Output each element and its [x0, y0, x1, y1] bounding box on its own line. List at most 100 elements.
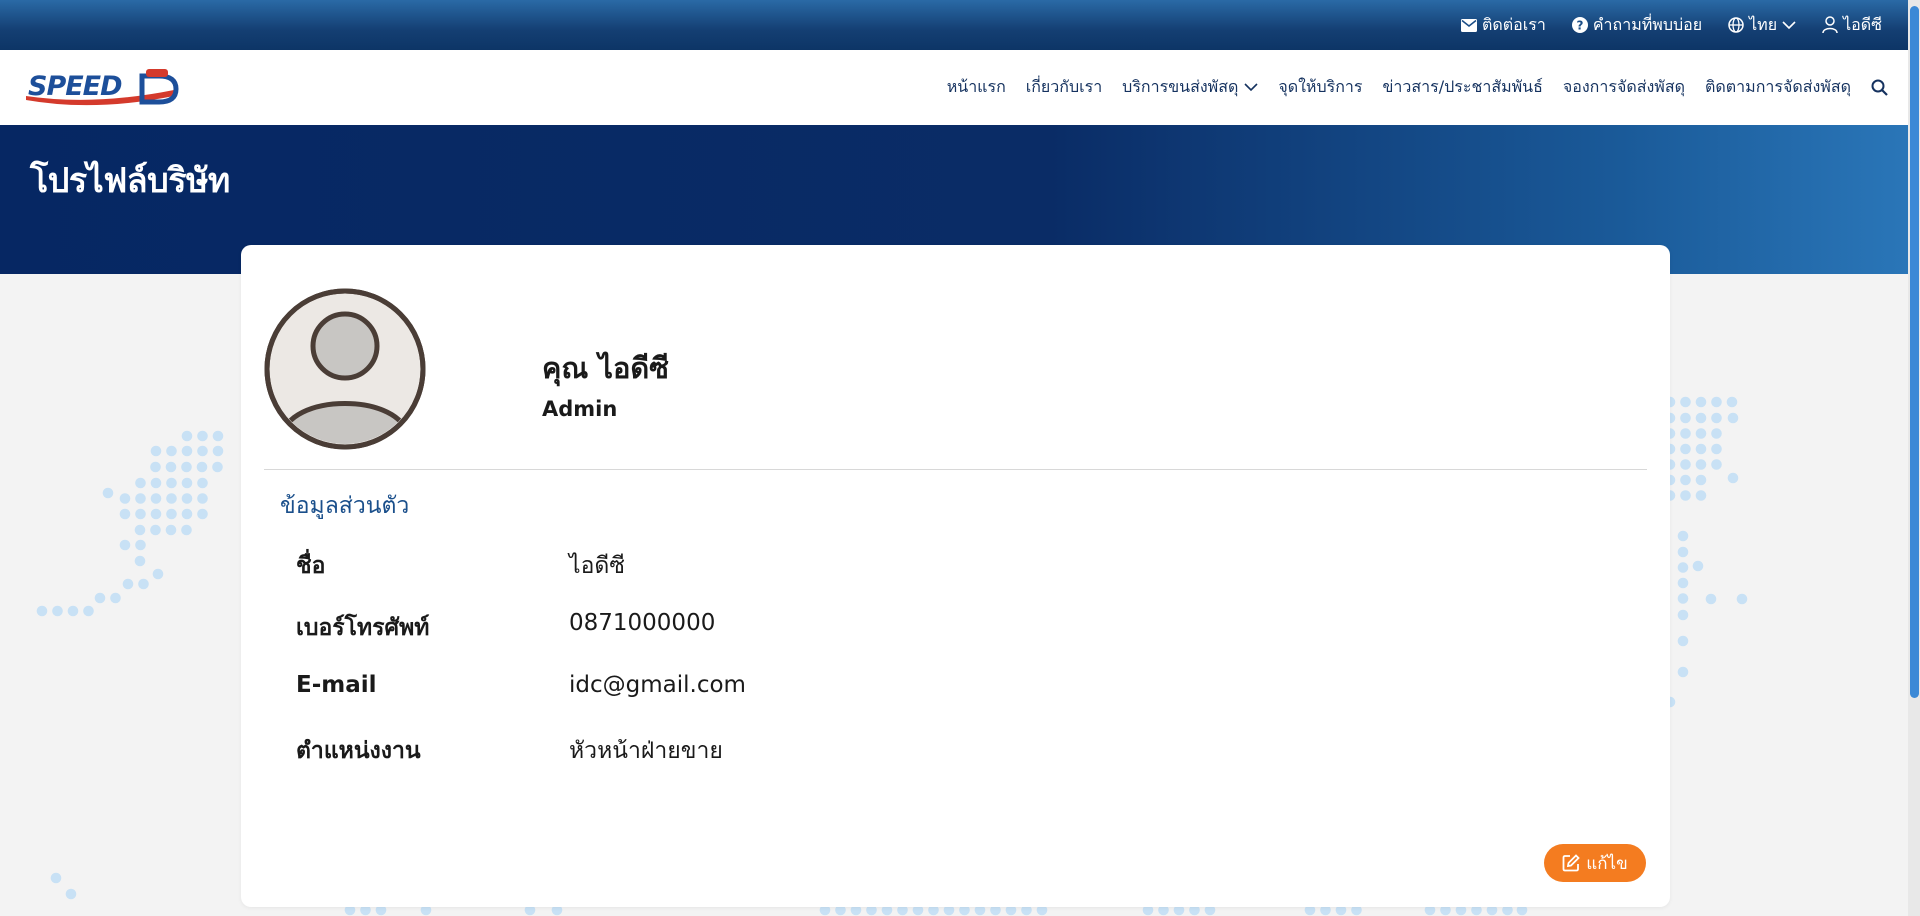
map-dot	[122, 578, 134, 590]
map-dot	[166, 477, 177, 489]
search-button[interactable]	[1871, 79, 1888, 96]
map-dot	[181, 461, 192, 473]
map-dot	[150, 477, 162, 489]
svg-text:SPEED: SPEED	[28, 71, 122, 102]
map-dot	[197, 508, 208, 520]
language-selector[interactable]: ไทย	[1728, 13, 1796, 38]
map-dot	[1695, 443, 1707, 455]
map-dot	[36, 605, 48, 617]
edit-button[interactable]: แก้ไข	[1544, 844, 1646, 882]
info-row-position: ตำแหน่งงาน หัวหน้าฝ่ายขาย	[296, 733, 723, 769]
map-dot	[1680, 474, 1691, 486]
contact-link[interactable]: ติดต่อเรา	[1461, 13, 1546, 38]
map-dot	[1677, 666, 1689, 678]
info-label: E-mail	[296, 672, 377, 698]
contact-label: ติดต่อเรา	[1482, 14, 1546, 34]
map-dot	[1680, 428, 1691, 439]
map-dot	[119, 539, 131, 551]
map-dot	[1677, 609, 1689, 621]
map-dot	[65, 888, 77, 900]
nav-about[interactable]: เกี่ยวกับเรา	[1026, 75, 1102, 100]
map-dot	[196, 461, 208, 473]
map-dot	[1695, 396, 1707, 408]
profile-name: คุณ ไอดีซี	[542, 351, 669, 385]
map-dot	[1711, 396, 1722, 408]
info-label: เบอร์โทรศัพท์	[296, 615, 430, 641]
map-dot	[1695, 412, 1707, 424]
map-dot	[1736, 593, 1748, 605]
faq-label: คำถามที่พบบ่อย	[1592, 14, 1703, 34]
chevron-down-icon	[1782, 20, 1796, 29]
map-dot	[150, 524, 161, 536]
map-dot	[181, 524, 192, 536]
map-dot	[1695, 474, 1707, 486]
top-utility-bar: ติดต่อเรา ? คำถามที่พบบ่อย ไทย ไอดีซี	[0, 0, 1908, 50]
map-dot	[1727, 412, 1739, 424]
user-label: ไอดีซี	[1843, 14, 1882, 34]
profile-card: คุณ ไอดีซี Admin ข้อมูลส่วนตัว ชื่อ ไอดี…	[241, 245, 1670, 907]
map-dot	[138, 578, 149, 590]
map-dot	[134, 524, 146, 536]
info-label: ตำแหน่งงาน	[296, 738, 421, 764]
nav-home[interactable]: หน้าแรก	[947, 75, 1006, 100]
map-dot	[197, 493, 208, 504]
user-menu[interactable]: ไอดีซี	[1822, 13, 1882, 38]
map-dot	[181, 477, 193, 489]
nav-services[interactable]: บริการขนส่งพัสดุ	[1122, 75, 1258, 100]
scrollbar-thumb[interactable]	[1910, 6, 1919, 698]
nav-news[interactable]: ข่าวสาร/ประชาสัมพันธ์	[1382, 75, 1542, 100]
search-icon	[1871, 79, 1888, 96]
info-label: ชื่อ	[296, 553, 326, 579]
map-dot	[150, 493, 162, 504]
info-value: หัวหน้าฝ่ายขาย	[569, 738, 723, 764]
map-dot	[181, 430, 193, 442]
map-dot	[119, 508, 131, 520]
map-dot	[1680, 459, 1691, 470]
map-dot	[1677, 635, 1689, 647]
map-dot	[1680, 412, 1691, 424]
map-dot	[119, 493, 131, 504]
nav-track-shipment[interactable]: ติดตามการจัดส่งพัสดุ	[1705, 75, 1851, 100]
map-dot	[67, 605, 79, 617]
map-dot	[1711, 459, 1722, 470]
faq-link[interactable]: ? คำถามที่พบบ่อย	[1571, 13, 1703, 38]
main-header: SPEED หน้าแรก เกี่ยวกับเรา บริการขนส่งพั…	[0, 50, 1908, 125]
chevron-down-icon	[1244, 83, 1258, 92]
map-dot	[150, 461, 161, 473]
map-dot	[166, 493, 177, 504]
map-dot	[1677, 546, 1689, 558]
nav-services-label: บริการขนส่งพัสดุ	[1122, 77, 1239, 96]
map-dot	[52, 605, 63, 617]
map-dot	[1680, 396, 1691, 408]
edit-icon	[1562, 854, 1581, 872]
nav-service-points[interactable]: จุดให้บริการ	[1278, 75, 1362, 100]
map-dot	[212, 430, 224, 442]
map-dot	[1711, 428, 1722, 439]
map-dot	[135, 508, 146, 520]
map-dot	[197, 445, 208, 457]
map-dot	[135, 539, 146, 551]
page-title: โปรไฟล์บริษัท	[30, 161, 230, 201]
nav-book-shipment[interactable]: จองการจัดส่งพัสดุ	[1563, 75, 1685, 100]
map-dot	[1677, 593, 1689, 604]
info-value: ไอดีซี	[569, 553, 625, 579]
map-dot	[1711, 412, 1722, 424]
info-row-email: E-mail idc@gmail.com	[296, 672, 746, 698]
map-dot	[1695, 459, 1707, 470]
map-dot	[150, 445, 162, 457]
map-dot	[1695, 490, 1707, 501]
section-title: ข้อมูลส่วนตัว	[280, 493, 410, 519]
profile-role: Admin	[542, 397, 618, 421]
speed-d-logo[interactable]: SPEED	[24, 66, 186, 110]
map-dot	[181, 493, 193, 504]
main-nav: หน้าแรก เกี่ยวกับเรา บริการขนส่งพัสดุ จุ…	[947, 75, 1888, 100]
envelope-icon	[1461, 18, 1477, 32]
info-value: 0871000000	[569, 610, 716, 636]
map-dot	[181, 445, 193, 457]
map-dot	[102, 487, 114, 499]
map-dot	[165, 524, 177, 536]
map-dot	[110, 592, 121, 604]
info-row-phone: เบอร์โทรศัพท์ 0871000000	[296, 610, 715, 646]
info-row-name: ชื่อ ไอดีซี	[296, 548, 625, 584]
map-dot	[1695, 428, 1707, 439]
